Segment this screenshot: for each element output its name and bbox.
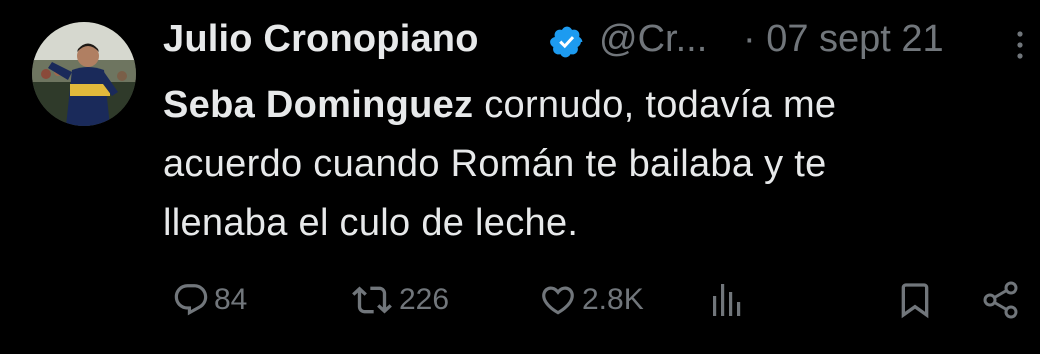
handle[interactable]: @Cr... — [599, 18, 707, 61]
views-icon — [713, 284, 741, 316]
share-button[interactable] — [980, 272, 1022, 328]
retweet-count: 226 — [399, 283, 450, 316]
display-name[interactable]: Julio Cronopiano — [163, 18, 479, 61]
share-icon — [983, 281, 1018, 319]
reply-count: 84 — [214, 283, 248, 316]
mention-link[interactable]: Seba Dominguez — [163, 84, 473, 126]
like-button[interactable]: 2.8K — [538, 272, 644, 328]
tweet-line-3: llenaba el culo de leche. — [163, 202, 579, 244]
tweet-card[interactable]: Julio Cronopiano @Cr... · 07 sept 21 Seb… — [0, 0, 1040, 354]
more-options-icon[interactable] — [1005, 24, 1035, 64]
avatar-photo — [32, 22, 136, 126]
tweet-date[interactable]: · 07 sept 21 — [743, 18, 944, 61]
bookmark-button[interactable] — [895, 272, 935, 328]
tweet-line-1: Seba Dominguez cornudo, todavía me — [163, 76, 1003, 135]
bookmark-icon — [901, 283, 929, 319]
tweet-line-1-rest: cornudo, todavía me — [473, 84, 837, 126]
avatar[interactable] — [32, 22, 136, 126]
retweet-icon — [352, 286, 392, 314]
like-icon — [542, 286, 574, 315]
tweet-line-2: acuerdo cuando Román te bailaba y te — [163, 143, 827, 185]
like-count: 2.8K — [582, 283, 644, 316]
views-button[interactable] — [710, 272, 748, 328]
retweet-button[interactable]: 226 — [349, 272, 449, 328]
tweet-text: Seba Dominguez cornudo, todavía me acuer… — [163, 76, 1003, 253]
tweet-header: Julio Cronopiano @Cr... · 07 sept 21 — [163, 16, 1023, 66]
reply-button[interactable]: 84 — [172, 272, 247, 328]
verified-badge-icon — [550, 26, 583, 58]
reply-icon — [174, 284, 208, 316]
action-bar: 84 226 2.8K — [0, 272, 1040, 332]
